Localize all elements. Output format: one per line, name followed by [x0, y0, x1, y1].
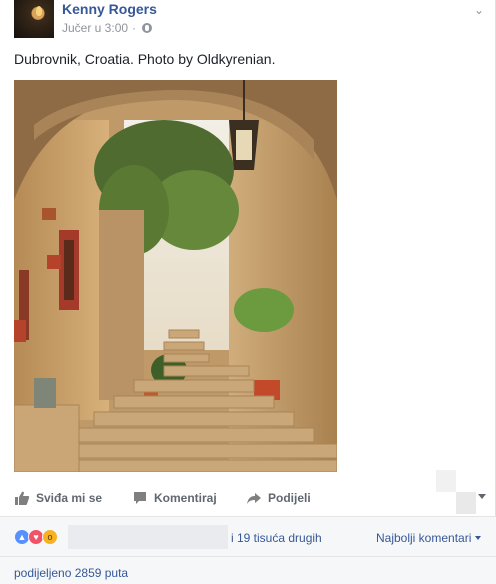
dubrovnik-alley-image	[14, 80, 337, 472]
reactions-bar: ▲ ♥ o i 19 tisuća drugih Najbolji koment…	[0, 516, 496, 556]
comment-label: Komentiraj	[154, 491, 217, 505]
chevron-down-icon	[475, 536, 482, 540]
globe-icon[interactable]	[142, 23, 153, 33]
post-actions: Sviđa mi se Komentiraj Podijeli	[0, 484, 496, 516]
like-button[interactable]: Sviđa mi se	[14, 490, 102, 506]
avatar[interactable]	[14, 0, 54, 38]
share-label: Podijeli	[268, 491, 311, 505]
others-reacted-link[interactable]: i 19 tisuća drugih	[231, 531, 322, 545]
post-text: Dubrovnik, Croatia. Photo by Oldkyrenian…	[14, 51, 276, 67]
thumbs-up-icon	[15, 491, 30, 505]
post-meta: Jučer u 3:00 ·	[62, 21, 153, 35]
chevron-down-icon[interactable]: ⌄	[473, 4, 485, 16]
comment-button[interactable]: Komentiraj	[132, 490, 217, 506]
share-button[interactable]: Podijeli	[246, 490, 311, 506]
comment-sort-dropdown[interactable]: Najbolji komentari	[376, 531, 482, 545]
comment-icon	[134, 492, 146, 504]
reaction-icons[interactable]: ▲ ♥ o	[14, 529, 58, 545]
wow-icon[interactable]: o	[42, 529, 58, 545]
caret-down-icon[interactable]	[478, 494, 486, 499]
shares-count-link[interactable]: podijeljeno 2859 puta	[14, 566, 128, 580]
image-placeholder	[436, 470, 476, 514]
timestamp[interactable]: Jučer u 3:00	[62, 21, 128, 35]
post-photo[interactable]	[14, 80, 337, 472]
redacted-names	[68, 525, 228, 549]
comment-sort-label: Najbolji komentari	[376, 531, 472, 545]
candle-flame-icon	[36, 6, 42, 16]
like-label: Sviđa mi se	[36, 491, 103, 505]
shares-row: podijeljeno 2859 puta	[0, 556, 496, 584]
meta-separator: ·	[132, 21, 137, 35]
author-name[interactable]: Kenny Rogers	[62, 1, 157, 17]
share-icon	[247, 493, 261, 504]
post-card: Kenny Rogers Jučer u 3:00 · ⌄ Dubrovnik,…	[0, 0, 496, 584]
